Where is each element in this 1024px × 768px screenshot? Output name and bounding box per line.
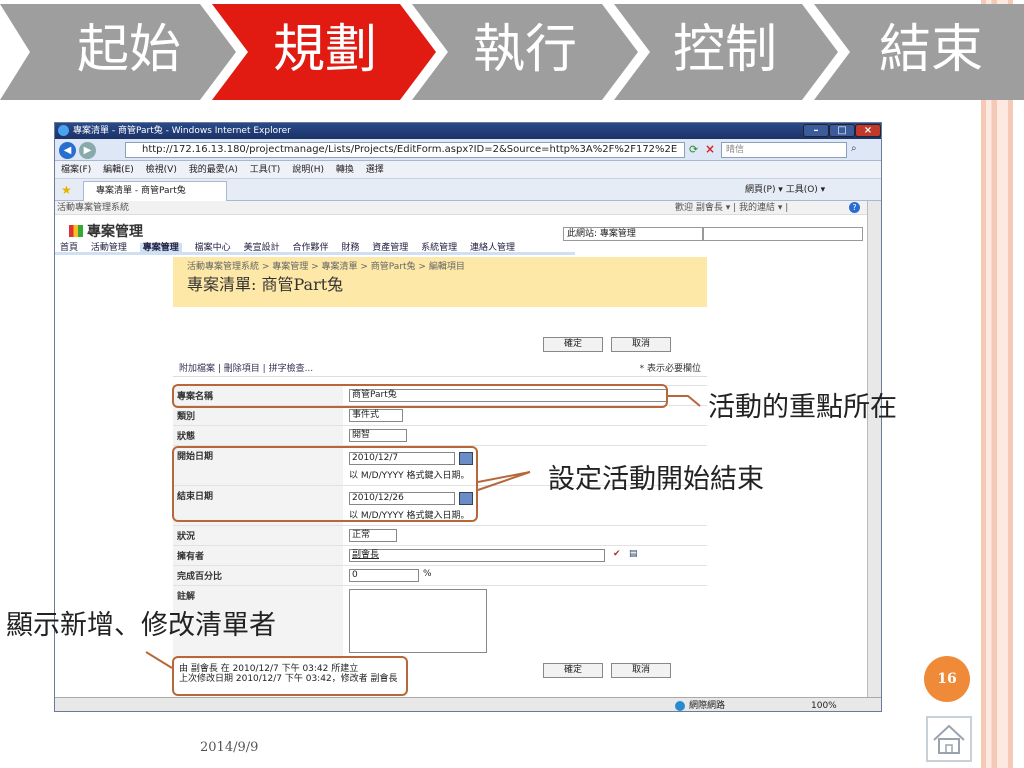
- check-names-icon[interactable]: ✔: [613, 549, 621, 559]
- nav-project[interactable]: 專案管理: [139, 243, 182, 253]
- globe-icon: [675, 701, 685, 711]
- field-row-condition: 狀況 正常: [173, 525, 707, 545]
- condition-select[interactable]: 正常: [349, 529, 397, 542]
- ok-button-bottom[interactable]: 確定: [543, 663, 603, 678]
- highlight-date-fields: [172, 446, 478, 522]
- forward-button[interactable]: ▶: [79, 142, 96, 159]
- annotation-dates: 設定活動開始結束: [548, 464, 764, 495]
- site-title: 專案管理: [69, 221, 143, 241]
- field-row-percent: 完成百分比 0 %: [173, 565, 707, 585]
- category-select[interactable]: 事件式: [349, 409, 403, 422]
- stop-icon[interactable]: ×: [705, 142, 715, 156]
- menu-file[interactable]: 檔案(F): [61, 165, 91, 175]
- step-label-plan: 規劃: [272, 20, 377, 80]
- help-icon[interactable]: ?: [849, 202, 860, 213]
- category-label: 類別: [173, 406, 343, 425]
- address-bar-row: ◀ ▶ http://172.16.13.180/projectmanage/L…: [55, 139, 881, 161]
- maximize-button[interactable]: □: [829, 124, 855, 137]
- vertical-scrollbar[interactable]: [867, 201, 881, 697]
- favorites-star-icon[interactable]: ★: [61, 179, 72, 201]
- annotation-focus: 活動的重點所在: [708, 392, 897, 423]
- page-title: 專案清單: 商管Part兔: [187, 275, 344, 294]
- browser-titlebar: 專案清單 - 商管Part兔 - Windows Internet Explor…: [55, 123, 881, 139]
- menu-edit[interactable]: 編輯(E): [103, 165, 134, 175]
- welcome-menu[interactable]: 歡迎 副會長 ▾ | 我的連結 ▾ |: [675, 201, 788, 215]
- browser-tab[interactable]: 專案清單 - 商管Part兔: [83, 181, 227, 201]
- page-number-badge: 16: [924, 656, 970, 702]
- field-row-status: 狀態 開智: [173, 425, 707, 445]
- slide-date: 2014/9/9: [200, 740, 259, 755]
- menu-select[interactable]: 選擇: [366, 165, 384, 175]
- back-button[interactable]: ◀: [59, 142, 76, 159]
- search-input[interactable]: 晴信: [721, 142, 847, 158]
- menu-tools[interactable]: 工具(T): [250, 165, 281, 175]
- zoom-level[interactable]: 100%: [811, 698, 837, 711]
- condition-label: 狀況: [173, 526, 343, 545]
- form-toolbar: 附加檔案 | 刪除項目 | 拼字檢查... * 表示必要欄位: [173, 361, 707, 377]
- page-tools-menu[interactable]: 網頁(P) ▾ 工具(O) ▾: [745, 179, 825, 201]
- page-title-area: 活動專案管理系統 > 專案管理 > 專案清單 > 商管Part兔 > 編輯項目 …: [173, 257, 707, 307]
- browse-address-book-icon[interactable]: ▤: [629, 549, 638, 559]
- nav-home[interactable]: 首頁: [60, 243, 78, 253]
- favorites-bar: ★ 專案清單 - 商管Part兔 網頁(P) ▾ 工具(O) ▾: [55, 179, 881, 201]
- highlight-footer: [172, 656, 408, 696]
- ok-button-top[interactable]: 確定: [543, 337, 603, 352]
- owner-input[interactable]: 副會長: [349, 549, 605, 562]
- site-logo-icon: [69, 225, 83, 237]
- percent-label: 完成百分比: [173, 566, 343, 585]
- nav-activity[interactable]: 活動管理: [91, 243, 127, 253]
- nav-partners[interactable]: 合作夥伴: [292, 243, 328, 253]
- right-decorative-stripe: [970, 0, 1024, 768]
- delete-item-button[interactable]: 刪除項目: [224, 364, 260, 374]
- step-label-start: 起始: [76, 20, 181, 80]
- menu-bar: 檔案(F) 編輯(E) 檢視(V) 我的最愛(A) 工具(T) 說明(H) 轉換…: [55, 161, 881, 179]
- search-icon[interactable]: ⌕: [851, 143, 857, 154]
- close-button[interactable]: ×: [855, 124, 881, 137]
- attach-file-button[interactable]: 附加檔案: [179, 364, 215, 374]
- required-note: * 表示必要欄位: [639, 364, 701, 374]
- annotation-editor: 顯示新增、修改清單者: [6, 610, 276, 641]
- step-label-execute: 執行: [472, 20, 577, 80]
- window-title: 專案清單 - 商管Part兔 - Windows Internet Explor…: [73, 126, 291, 136]
- percent-unit: %: [423, 569, 432, 579]
- owner-label: 擁有者: [173, 546, 343, 565]
- home-icon: [933, 724, 965, 754]
- step-label-close: 結束: [878, 20, 983, 80]
- minimize-button[interactable]: –: [803, 124, 829, 137]
- highlight-project-name: [172, 384, 668, 408]
- field-row-owner: 擁有者 副會長 ✔ ▤: [173, 545, 707, 565]
- menu-favorites[interactable]: 我的最愛(A): [189, 165, 238, 175]
- refresh-icon[interactable]: ⟳: [689, 143, 698, 156]
- notes-textarea[interactable]: [349, 589, 487, 653]
- nav-finance[interactable]: 財務: [341, 243, 359, 253]
- percent-input[interactable]: 0: [349, 569, 419, 582]
- portal-name: 活動專案管理系統: [57, 203, 130, 213]
- menu-convert[interactable]: 轉換: [336, 165, 354, 175]
- site-search-input[interactable]: [703, 227, 863, 241]
- cancel-button-bottom[interactable]: 取消: [611, 663, 671, 678]
- address-input[interactable]: http://172.16.13.180/projectmanage/Lists…: [125, 142, 685, 158]
- menu-view[interactable]: 檢視(V): [146, 165, 177, 175]
- security-zone: 網際網路: [689, 701, 726, 711]
- status-select[interactable]: 開智: [349, 429, 407, 442]
- cancel-button-top[interactable]: 取消: [611, 337, 671, 352]
- search-scope-select[interactable]: 此網站: 專案管理: [563, 227, 703, 241]
- status-bar: 網際網路 100%: [55, 697, 881, 711]
- field-row-category: 類別 事件式: [173, 405, 707, 425]
- nav-files[interactable]: 檔案中心: [195, 243, 231, 253]
- top-navigation: 首頁 活動管理 專案管理 檔案中心 美宣設計 合作夥伴 財務 資產管理 系統管理…: [55, 241, 575, 255]
- spell-check-button[interactable]: 拼字檢查...: [269, 364, 314, 374]
- nav-assets[interactable]: 資產管理: [372, 243, 408, 253]
- nav-contacts[interactable]: 連絡人管理: [470, 243, 515, 253]
- nav-system[interactable]: 系統管理: [421, 243, 457, 253]
- home-button[interactable]: [926, 716, 972, 762]
- step-label-control: 控制: [672, 20, 777, 80]
- nav-design[interactable]: 美宣設計: [244, 243, 280, 253]
- status-label: 狀態: [173, 426, 343, 445]
- menu-help[interactable]: 說明(H): [292, 165, 324, 175]
- portal-topbar: 活動專案管理系統 歡迎 副會長 ▾ | 我的連結 ▾ | ?: [55, 201, 867, 215]
- ie-logo-icon: [58, 125, 69, 136]
